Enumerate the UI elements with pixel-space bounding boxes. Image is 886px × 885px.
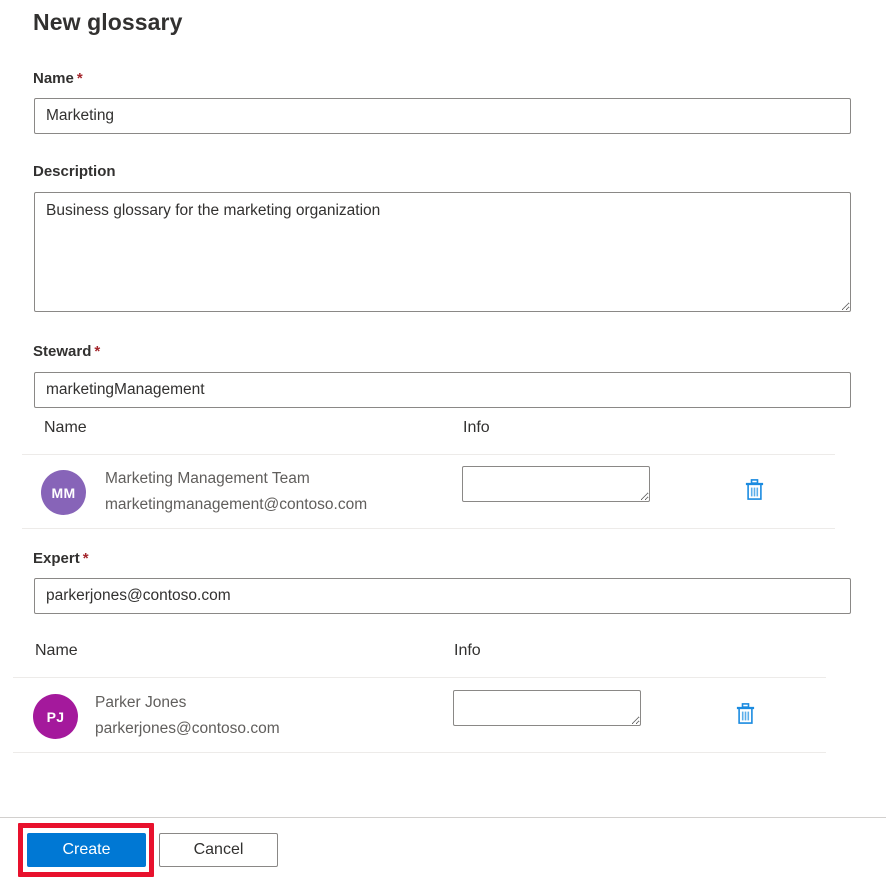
person-email: parkerjones@contoso.com xyxy=(95,720,280,738)
person-name: Marketing Management Team xyxy=(105,470,310,488)
steward-label-text: Steward xyxy=(33,343,91,360)
description-label-text: Description xyxy=(33,163,116,180)
name-label: Name* xyxy=(33,70,83,87)
steward-required-asterisk: * xyxy=(94,343,100,360)
expert-table-header-name: Name xyxy=(35,642,78,660)
trash-icon xyxy=(745,479,764,501)
cancel-button[interactable]: Cancel xyxy=(159,833,278,867)
page-title: New glossary xyxy=(33,9,183,36)
expert-label-text: Expert xyxy=(33,550,80,567)
expert-table-top-rule xyxy=(13,677,826,678)
avatar: PJ xyxy=(33,694,78,739)
expert-table-bottom-rule xyxy=(13,752,826,753)
steward-table-header-name: Name xyxy=(44,419,87,437)
steward-table-top-rule xyxy=(22,454,835,455)
description-label: Description xyxy=(33,163,119,180)
expert-delete-button[interactable] xyxy=(732,701,758,727)
expert-table-header-info: Info xyxy=(454,642,481,660)
expert-label: Expert* xyxy=(33,550,89,567)
steward-table-bottom-rule xyxy=(22,528,835,529)
trash-icon xyxy=(736,703,755,725)
expert-input[interactable] xyxy=(34,578,851,614)
steward-info-textarea[interactable] xyxy=(462,466,650,502)
name-input[interactable] xyxy=(34,98,851,134)
person-name: Parker Jones xyxy=(95,694,186,712)
expert-required-asterisk: * xyxy=(83,550,89,567)
description-textarea[interactable] xyxy=(34,192,851,312)
expert-info-textarea[interactable] xyxy=(453,690,641,726)
person-email: marketingmanagement@contoso.com xyxy=(105,496,367,514)
name-label-text: Name xyxy=(33,70,74,87)
avatar: MM xyxy=(41,470,86,515)
create-button[interactable]: Create xyxy=(27,833,146,867)
steward-delete-button[interactable] xyxy=(741,477,767,503)
new-glossary-panel: New glossary Name* Description Steward* … xyxy=(0,0,886,885)
steward-table-header-info: Info xyxy=(463,419,490,437)
name-required-asterisk: * xyxy=(77,70,83,87)
steward-input[interactable] xyxy=(34,372,851,408)
panel-body: New glossary Name* Description Steward* … xyxy=(0,0,886,817)
steward-label: Steward* xyxy=(33,343,100,360)
